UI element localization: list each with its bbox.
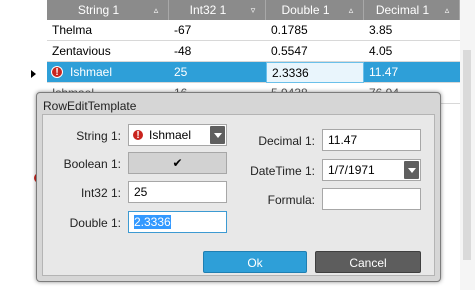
column-header-decimal[interactable]: Decimal 1 ▵: [364, 0, 460, 20]
column-header-label: Int32 1: [189, 3, 227, 17]
formula-label: Formula:: [267, 193, 315, 207]
cell-int32[interactable]: -67: [169, 20, 266, 41]
checkmark-icon: ✔: [172, 156, 183, 170]
formula-input[interactable]: [322, 188, 421, 210]
chevron-down-icon[interactable]: [404, 161, 419, 179]
boolean1-checkbox[interactable]: ✔: [128, 152, 227, 174]
column-header-label: Double 1: [281, 3, 330, 17]
cell-int32[interactable]: -48: [169, 41, 266, 62]
datetime1-value: 1/7/1971: [328, 163, 375, 177]
string1-label: String 1:: [76, 129, 121, 143]
sort-ascending-icon: ▵: [153, 4, 159, 15]
table-row-selected[interactable]: Ishmael 25 2.3336 11.47: [47, 62, 460, 83]
decimal1-input[interactable]: 11.47: [322, 129, 421, 151]
double1-input[interactable]: 2.3336: [128, 211, 227, 233]
chevron-down-icon[interactable]: [210, 126, 225, 144]
sort-descending-icon: ▿: [250, 4, 256, 15]
cell-double[interactable]: 0.5547: [266, 41, 364, 62]
cell-double-editing[interactable]: 2.3336: [266, 62, 364, 83]
row-edit-dialog: RowEditTemplate String 1: Boolean 1: Int…: [36, 92, 441, 282]
current-row-arrow-icon: [31, 70, 36, 78]
cell-string[interactable]: Zentavious: [47, 41, 169, 62]
column-header-string1[interactable]: String 1 ▵: [47, 0, 169, 20]
dialog-title: RowEditTemplate: [43, 99, 137, 113]
cell-string[interactable]: Thelma: [47, 20, 169, 41]
table-row[interactable]: Thelma -67 0.1785 3.85: [47, 20, 460, 41]
table-row[interactable]: Zentavious -48 0.5547 4.05: [47, 41, 460, 62]
cell-decimal[interactable]: 11.47: [364, 62, 460, 83]
datetime1-label: DateTime 1:: [250, 164, 315, 178]
int32-label: Int32 1:: [80, 186, 121, 200]
sort-ascending-icon: ▵: [348, 4, 354, 15]
int32-input[interactable]: 25: [128, 181, 227, 203]
cell-decimal[interactable]: 3.85: [364, 20, 460, 41]
vertical-scrollbar-thumb[interactable]: [463, 50, 471, 260]
decimal1-label: Decimal 1:: [258, 134, 315, 148]
cell-int32[interactable]: 25: [169, 62, 266, 83]
boolean1-label: Boolean 1:: [63, 157, 121, 171]
cell-double[interactable]: 0.1785: [266, 20, 364, 41]
column-header-label: Decimal 1: [375, 3, 430, 17]
column-header-double[interactable]: Double 1 ▵: [266, 0, 364, 20]
string1-value: Ishmael: [149, 128, 192, 142]
dialog-body: String 1: Boolean 1: Int32 1: Double 1: …: [42, 114, 435, 276]
column-header-label: String 1: [77, 3, 120, 17]
cell-decimal[interactable]: 4.05: [364, 41, 460, 62]
datetime1-picker[interactable]: 1/7/1971: [322, 159, 421, 181]
sort-ascending-icon: ▵: [444, 4, 450, 15]
row-error-icon: !: [51, 66, 63, 78]
field-error-icon: !: [132, 129, 144, 141]
column-header-int32[interactable]: Int32 1 ▿: [169, 0, 266, 20]
ok-button[interactable]: Ok: [203, 251, 307, 273]
double1-label: Double 1:: [69, 216, 121, 230]
string1-combobox[interactable]: ! Ishmael: [128, 124, 227, 146]
cancel-button[interactable]: Cancel: [315, 251, 421, 273]
cell-string[interactable]: Ishmael: [65, 62, 169, 83]
double1-selected-text: 2.3336: [134, 215, 171, 229]
